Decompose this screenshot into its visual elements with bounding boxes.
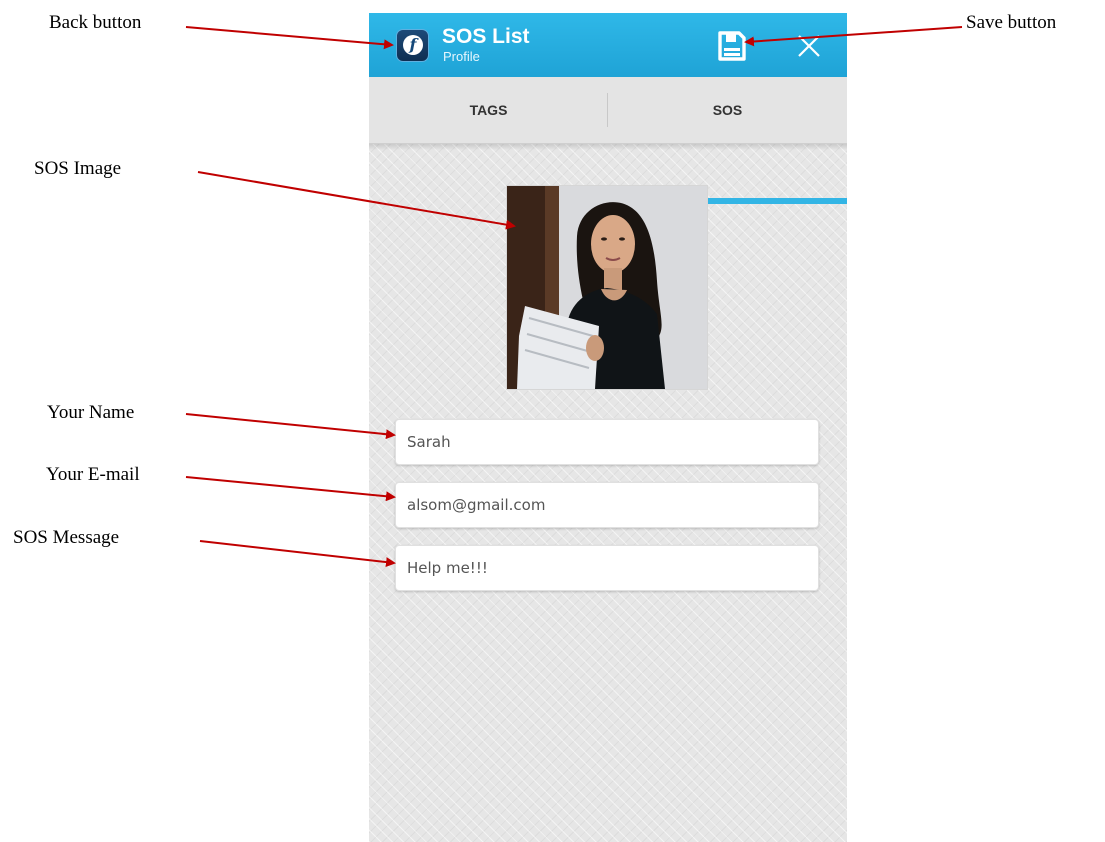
sos-message-input[interactable] (396, 546, 818, 590)
figure-canvas: Back button Save button SOS Image Your N… (0, 0, 1105, 842)
close-button[interactable] (797, 34, 821, 58)
app-subtitle: Profile (443, 49, 480, 64)
arrow-back-button (185, 26, 394, 50)
sos-message-field[interactable] (395, 545, 819, 591)
annotation-sos-message: SOS Message (13, 527, 120, 548)
annotation-sos-image: SOS Image (34, 158, 122, 179)
back-button[interactable]: f (396, 29, 429, 62)
phone-screen: f SOS List Profile TAGS SOS Sarah alsom@… (369, 13, 847, 842)
name-input[interactable] (396, 420, 818, 464)
arrow-your-name (185, 413, 396, 440)
save-button[interactable] (718, 31, 746, 61)
app-title: SOS List (442, 25, 530, 48)
email-input[interactable] (396, 483, 818, 527)
annotation-your-name: Your Name (47, 402, 135, 423)
annotation-back-button: Back button (49, 12, 142, 33)
tab-bar: TAGS SOS (369, 77, 847, 204)
annotation-save-button: Save button (966, 12, 1057, 33)
annotation-your-email: Your E-mail (46, 464, 140, 485)
close-icon (798, 35, 820, 57)
tab-tags[interactable]: TAGS (369, 77, 608, 143)
name-field[interactable] (395, 419, 819, 465)
tab-sos[interactable]: SOS (608, 77, 847, 143)
email-field[interactable] (395, 482, 819, 528)
arrow-your-email (185, 476, 396, 502)
tab-bar-shadow (369, 144, 847, 150)
sos-image[interactable] (506, 185, 708, 390)
profile-photo (507, 186, 707, 389)
app-logo-icon: f (403, 35, 423, 55)
arrow-sos-message (199, 540, 396, 568)
floppy-disk-icon (718, 31, 746, 61)
action-bar: f SOS List Profile (369, 13, 847, 77)
